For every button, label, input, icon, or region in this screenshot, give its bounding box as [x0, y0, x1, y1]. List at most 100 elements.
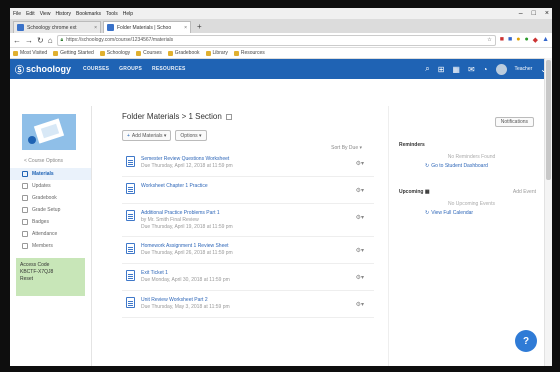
close-tab-icon[interactable]: × — [184, 25, 187, 31]
tab-title: Folder Materials | Schoo — [117, 24, 172, 31]
browser-tab[interactable]: Schoology chrome ext × — [13, 21, 101, 33]
badge-icon — [22, 219, 28, 225]
search-icon[interactable]: ⌕ — [425, 64, 429, 74]
bookmark-item[interactable]: Resources — [233, 50, 265, 56]
item-due-date: Due Thursday, April 12, 2018 at 11:59 pm — [141, 163, 233, 169]
extension-icon[interactable]: ▲ — [542, 36, 549, 44]
list-item[interactable]: Worksheet Chapter 1 Practice ⚙▾ — [122, 180, 374, 204]
menu-file[interactable]: File — [13, 11, 21, 17]
link-label: View Full Calendar — [431, 210, 474, 216]
menu-view[interactable]: View — [40, 11, 51, 17]
bookmarks-bar: Most Visited Getting Started Schoology C… — [10, 48, 552, 59]
gear-icon[interactable]: ⚙▾ — [356, 214, 364, 221]
gear-icon[interactable]: ⚙▾ — [356, 160, 364, 167]
gear-icon[interactable]: ⚙▾ — [356, 301, 364, 308]
sidebar-item-members[interactable]: Members — [10, 240, 91, 252]
sidebar-item-updates[interactable]: Updates — [10, 180, 91, 192]
notifications-button[interactable]: Notifications — [494, 117, 534, 127]
apps-grid-icon[interactable]: ⊞ — [438, 65, 445, 74]
folder-icon — [99, 50, 105, 56]
menu-edit[interactable]: Edit — [26, 11, 35, 17]
bookmark-item[interactable]: Courses — [136, 50, 162, 56]
sidebar-item-label: Materials — [32, 171, 54, 177]
gear-icon[interactable]: ⚙▾ — [356, 247, 364, 254]
course-options-link[interactable]: < Course Options — [24, 158, 91, 164]
close-window-button[interactable]: × — [545, 10, 549, 17]
extension-icon[interactable]: ■ — [508, 36, 512, 44]
gear-icon[interactable]: ⚙▾ — [356, 274, 364, 281]
add-materials-button[interactable]: + Add Materials ▾ — [122, 130, 172, 141]
extension-icons: ■ ■ ● ● ◆ ▲ — [500, 36, 549, 44]
browser-tab-active[interactable]: Folder Materials | Schoo × — [103, 21, 191, 33]
bookmark-item[interactable]: Library — [205, 50, 228, 56]
menu-help[interactable]: Help — [123, 11, 133, 17]
materials-main: Folder Materials > 1 Section + Add Materi… — [92, 106, 388, 366]
list-item[interactable]: Semester Review Questions Worksheet Due T… — [122, 153, 374, 177]
sort-dropdown[interactable]: Sort By Due ▾ — [122, 145, 374, 153]
student-dashboard-link[interactable]: ↻ Go to Student Dashboard — [425, 163, 544, 169]
folder-icon — [233, 50, 239, 56]
schoology-logo[interactable]: Ⓢschoology — [15, 63, 71, 76]
list-item[interactable]: Homework Assignment 1 Review Sheet Due Th… — [122, 240, 374, 264]
members-icon — [22, 243, 28, 249]
reload-icon[interactable]: ↻ — [37, 36, 44, 45]
nav-groups[interactable]: GROUPS — [119, 66, 142, 72]
minimize-button[interactable]: – — [519, 10, 523, 17]
extension-icon[interactable]: ● — [524, 36, 528, 44]
full-calendar-link[interactable]: ↻ View Full Calendar — [425, 210, 544, 216]
header-icons: ⌕ ⊞ ▦ ✉ ◔ Teacher ⌄ — [425, 63, 547, 75]
item-due-date: Due Thursday, April 26, 2018 at 11:59 pm — [141, 250, 233, 256]
gear-icon[interactable]: ⚙▾ — [356, 187, 364, 194]
list-item[interactable]: Exit Ticket 1 Due Monday, April 30, 2018 … — [122, 267, 374, 291]
notifications-icon[interactable]: ◔ — [483, 65, 488, 74]
page-scrollbar[interactable] — [544, 58, 552, 366]
nav-courses[interactable]: COURSES — [83, 66, 109, 72]
item-title[interactable]: Additional Practice Problems Part 1 — [141, 210, 233, 217]
item-title[interactable]: Unit Review Worksheet Part 2 — [141, 297, 230, 304]
bookmark-label: Most Visited — [20, 50, 48, 56]
nav-resources[interactable]: RESOURCES — [152, 66, 185, 72]
bookmark-item[interactable]: Most Visited — [13, 50, 47, 56]
bookmark-label: Resources — [240, 50, 265, 56]
home-icon[interactable]: ⌂ — [48, 36, 53, 45]
scrollbar-thumb[interactable] — [546, 60, 551, 180]
item-title[interactable]: Exit Ticket 1 — [141, 270, 230, 277]
bookmark-item[interactable]: Getting Started — [53, 50, 94, 56]
calendar-icon[interactable]: ▦ — [452, 65, 460, 74]
messages-icon[interactable]: ✉ — [468, 65, 475, 74]
bookmark-star-icon[interactable]: ☆ — [487, 37, 491, 43]
item-title[interactable]: Semester Review Questions Worksheet — [141, 156, 233, 163]
menu-bookmarks[interactable]: Bookmarks — [76, 11, 101, 17]
avatar[interactable] — [495, 63, 507, 75]
list-item[interactable]: Additional Practice Problems Part 1 by Mr… — [122, 207, 374, 237]
menu-history[interactable]: History — [55, 11, 71, 17]
help-button[interactable]: ? — [515, 330, 537, 352]
add-event-link[interactable]: Add Event — [513, 189, 544, 195]
edit-icon[interactable] — [225, 113, 232, 120]
address-bar[interactable]: 🔒︎ https://schoology.com/course/1234567/… — [56, 34, 496, 46]
updates-icon — [22, 183, 28, 189]
bookmark-item[interactable]: Gradebook — [167, 50, 200, 56]
access-code-reset-link[interactable]: Reset — [20, 276, 81, 283]
back-arrow-icon[interactable]: ← — [13, 36, 21, 45]
list-item[interactable]: Unit Review Worksheet Part 2 Due Thursday… — [122, 294, 374, 318]
sidebar-item-badges[interactable]: Badges — [10, 216, 91, 228]
extension-icon[interactable]: ■ — [500, 36, 504, 44]
extension-icon[interactable]: ● — [516, 36, 520, 44]
sidebar-item-attendance[interactable]: Attendance — [10, 228, 91, 240]
options-button[interactable]: Options ▾ — [175, 130, 207, 141]
extension-icon[interactable]: ◆ — [533, 36, 538, 44]
menu-tools[interactable]: Tools — [106, 11, 118, 17]
sidebar-item-grade-setup[interactable]: Grade Setup — [10, 204, 91, 216]
close-tab-icon[interactable]: × — [94, 25, 97, 31]
user-name[interactable]: Teacher — [515, 66, 533, 72]
item-title[interactable]: Homework Assignment 1 Review Sheet — [141, 243, 233, 250]
item-due-date: Due Monday, April 30, 2018 at 11:59 pm — [141, 277, 230, 283]
new-tab-button[interactable]: + — [193, 22, 206, 33]
item-title[interactable]: Worksheet Chapter 1 Practice — [141, 183, 208, 190]
forward-arrow-icon[interactable]: → — [25, 36, 33, 45]
sidebar-item-materials[interactable]: Materials — [10, 168, 91, 180]
sidebar-item-gradebook[interactable]: Gradebook — [10, 192, 91, 204]
maximize-button[interactable]: □ — [532, 10, 536, 17]
bookmark-item[interactable]: Schoology — [99, 50, 130, 56]
